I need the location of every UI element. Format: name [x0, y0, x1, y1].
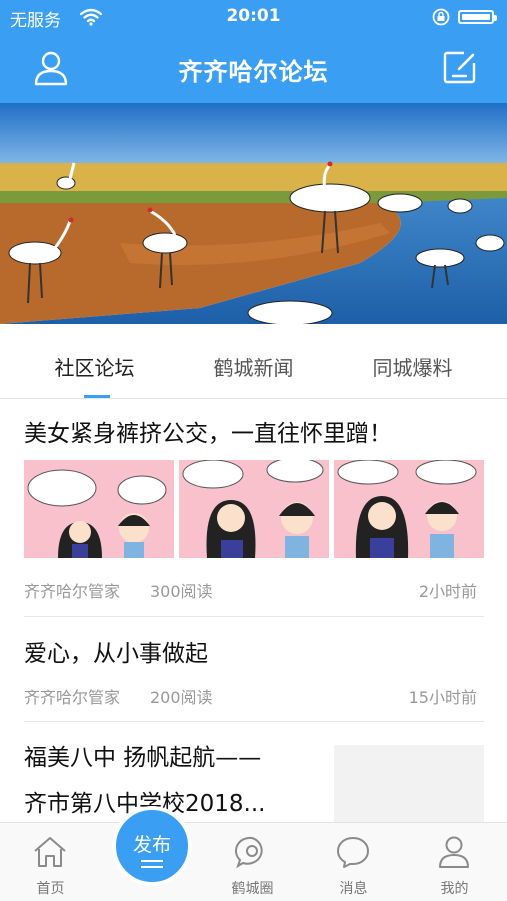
publish-button[interactable]: 发布 — [112, 806, 192, 886]
publish-label: 发布 — [132, 834, 171, 856]
post-title: 美女紧身裤挤公交，一直往怀里蹭！ — [24, 421, 392, 447]
battery-icon — [458, 10, 497, 24]
post-author: 齐齐哈尔管家 — [24, 582, 121, 601]
tab-community-forum[interactable]: 社区论坛 — [10, 352, 179, 381]
category-tabs: 社区论坛 鹤城新闻 同城爆料 — [0, 336, 507, 399]
home-icon — [32, 835, 68, 873]
banner-illustration — [0, 103, 507, 324]
post-title-line-1: 福美八中 扬帆起航—— — [24, 745, 262, 771]
tabbar-messages-label: 消息 — [339, 881, 368, 897]
divider — [24, 616, 484, 617]
comic-panel-2 — [182, 460, 324, 558]
post-time: 2小时前 — [418, 582, 477, 601]
clock: 20:01 — [226, 6, 281, 26]
tabbar-home-label: 首页 — [36, 881, 65, 897]
circle-icon — [234, 835, 270, 873]
banner-image[interactable] — [0, 103, 507, 324]
post-title: 爱心，从小事做起 — [24, 641, 208, 667]
post-time: 15小时前 — [408, 688, 477, 707]
nav-bar: 齐齐哈尔论坛 — [0, 34, 507, 103]
tabbar-mine-label: 我的 — [440, 881, 469, 897]
post-item[interactable]: 福美八中 扬帆起航—— 齐市第八中学校2018... — [24, 738, 314, 818]
divider — [24, 721, 484, 722]
tabbar-home[interactable]: 首页 — [0, 823, 101, 901]
tab-local-reports[interactable]: 同城爆料 — [328, 352, 497, 381]
tab-city-news[interactable]: 鹤城新闻 — [169, 352, 338, 381]
message-icon — [335, 835, 371, 873]
profile-icon — [436, 835, 472, 873]
tabbar-messages[interactable]: 消息 — [303, 823, 404, 901]
post-read-count: 200阅读 — [150, 688, 213, 707]
page-title: 齐齐哈尔论坛 — [178, 58, 329, 86]
comic-panel-3 — [337, 460, 477, 558]
post-thumbnail-placeholder[interactable] — [334, 745, 484, 823]
tabbar-mine[interactable]: 我的 — [404, 823, 505, 901]
post-item[interactable]: 爱心，从小事做起 — [24, 634, 484, 668]
edit-icon[interactable] — [442, 49, 478, 89]
post-read-count: 300阅读 — [150, 582, 213, 601]
tabbar-circle[interactable]: 鹤城圈 — [202, 823, 303, 901]
post-thumbnail[interactable] — [179, 460, 329, 558]
post-thumbnail[interactable] — [334, 460, 484, 558]
post-item[interactable]: 美女紧身裤挤公交，一直往怀里蹭！ — [24, 414, 484, 448]
top-bar: 无服务 20:01 齐齐哈尔论坛 — [0, 0, 507, 103]
lock-rotation-icon — [432, 8, 450, 30]
status-bar: 无服务 20:01 — [0, 0, 507, 34]
post-author: 齐齐哈尔管家 — [24, 688, 121, 707]
menu-lines-icon — [141, 860, 163, 868]
post-thumbnail[interactable] — [24, 460, 174, 558]
comic-panel-1 — [27, 469, 167, 558]
bottom-tab-bar: 首页 鹤城圈 消息 我的 — [0, 822, 507, 901]
tabbar-circle-label: 鹤城圈 — [231, 881, 274, 897]
active-tab-indicator — [84, 395, 110, 398]
